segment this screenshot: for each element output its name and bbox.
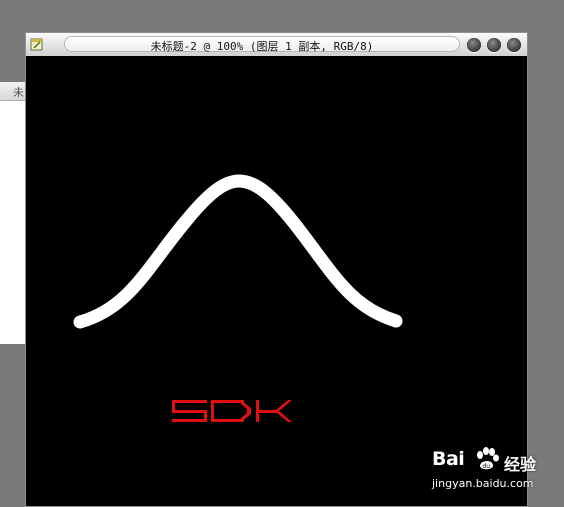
sdk-logo [172,400,292,422]
zoom-button[interactable] [487,38,501,52]
document-icon [30,38,43,51]
paw-du-text: du [483,463,491,470]
baidu-logo-bai: Bai [432,448,465,470]
minimize-button[interactable] [467,38,481,52]
canvas-artwork [73,174,403,422]
title-field: 未标题-2 @ 100% (图层 1 副本, RGB/8) [64,36,460,53]
document-window[interactable]: 未标题-2 @ 100% (图层 1 副本, RGB/8) [25,32,528,507]
jingyan-label: 经验 [504,455,537,474]
baidu-logo-text: Bai [432,448,465,470]
document-titlebar[interactable]: 未标题-2 @ 100% (图层 1 副本, RGB/8) [26,33,527,57]
close-button[interactable] [507,38,521,52]
baidu-jingyan-watermark: Bai du 经验 jingyan.baidu.com [420,443,564,507]
document-canvas[interactable] [26,56,527,506]
bell-curve-stroke [73,174,403,329]
watermark-url: jingyan.baidu.com [432,477,534,490]
paw-icon: du [477,447,499,470]
background-window-title: 未 [13,86,24,99]
document-title: 未标题-2 @ 100% (图层 1 副本, RGB/8) [150,40,374,53]
